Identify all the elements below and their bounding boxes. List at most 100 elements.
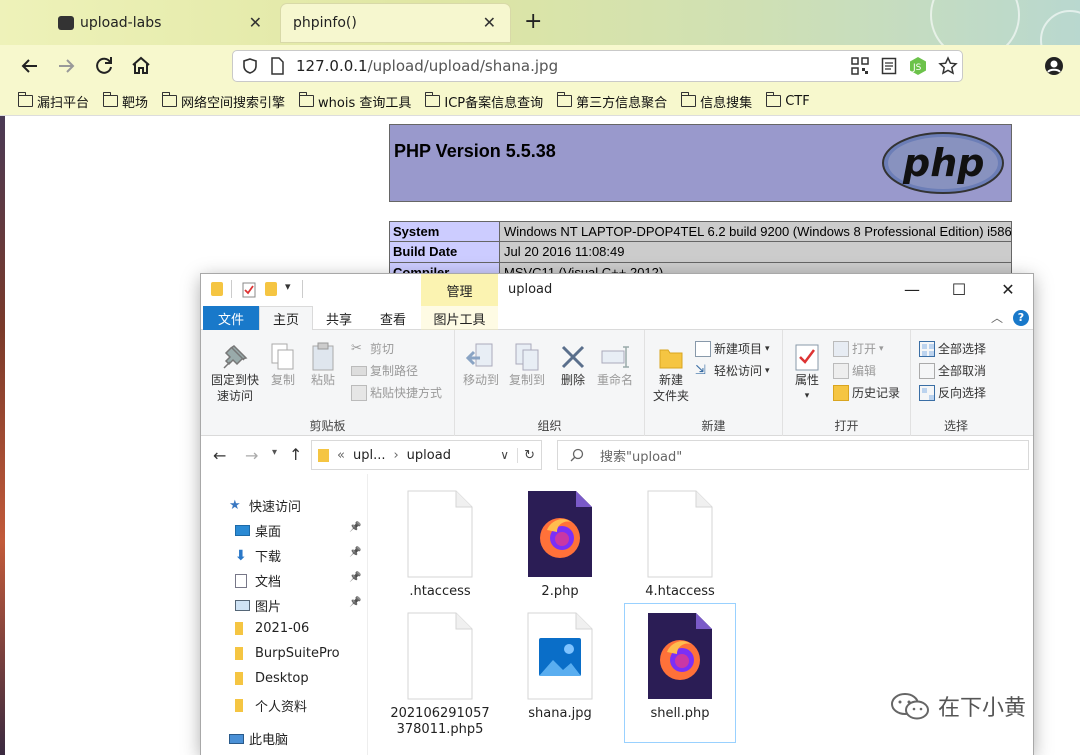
nav-item[interactable]: 文档 — [235, 571, 281, 590]
nav-item[interactable]: ⬇ 下载 — [235, 546, 281, 566]
close-icon[interactable]: ✕ — [249, 13, 262, 32]
minimize-button[interactable]: — — [897, 280, 927, 299]
delete-label: 删除 — [560, 373, 585, 387]
breadcrumb-overflow[interactable]: « — [337, 448, 345, 463]
file-item[interactable]: 4.htaccess — [625, 482, 735, 599]
shield-icon[interactable] — [241, 57, 259, 75]
invert-selection-button[interactable]: 反向选择 — [919, 384, 986, 401]
tab-home[interactable]: 主页 — [259, 306, 313, 330]
forward-icon[interactable] — [54, 54, 78, 78]
new-folder-button[interactable]: 新建 文件夹 — [649, 342, 693, 404]
nav-item-label: 个人资料 — [255, 700, 308, 715]
star-icon[interactable] — [938, 56, 958, 76]
nav-item[interactable]: 个人资料 — [235, 696, 307, 715]
bookmark-item[interactable]: 靶场 — [102, 92, 148, 111]
select-all-button[interactable]: 全部选择 — [919, 340, 986, 357]
copy-path-button[interactable]: 复制路径 — [351, 362, 418, 379]
file-item[interactable]: 202106291057 378011.php5 — [385, 604, 495, 742]
properties-quick-icon[interactable] — [242, 282, 256, 298]
folder-icon — [298, 92, 315, 107]
forward-icon[interactable]: → — [245, 446, 258, 465]
paste-button[interactable]: 粘贴 — [305, 342, 341, 388]
tab-label: upload-labs — [80, 15, 162, 31]
qr-icon[interactable] — [851, 57, 869, 75]
pin-quick-access-button[interactable]: 固定到快 速访问 — [207, 342, 263, 404]
easy-access-button[interactable]: ⇲ 轻松访问 ▾ — [695, 362, 770, 379]
history-button[interactable]: 历史记录 — [833, 384, 900, 401]
url-path: /upload/upload/shana.jpg — [367, 57, 559, 75]
tab-file[interactable]: 文件 — [203, 306, 259, 330]
tab-view[interactable]: 查看 — [369, 306, 417, 330]
paste-shortcut-button[interactable]: 粘贴快捷方式 — [351, 384, 442, 401]
reader-icon[interactable] — [881, 57, 897, 75]
nav-item[interactable]: 图片 — [235, 596, 281, 615]
collapse-ribbon-icon[interactable]: ︿ — [991, 309, 1003, 326]
breadcrumb-parent[interactable]: upl... — [353, 448, 386, 463]
copy-button[interactable]: 复制 — [265, 342, 301, 388]
bookmark-item[interactable]: 信息搜集 — [680, 92, 752, 111]
account-icon[interactable] — [1042, 54, 1066, 78]
bookmark-item[interactable]: CTF — [765, 92, 810, 109]
new-folder-quick-icon[interactable] — [265, 282, 277, 296]
new-item-button[interactable]: 新建项目 ▾ — [695, 340, 770, 357]
bookmark-item[interactable]: ICP备案信息查询 — [424, 92, 543, 111]
home-icon[interactable] — [129, 54, 153, 78]
url-bar[interactable]: 127.0.0.1/upload/upload/shana.jpg JS — [232, 50, 963, 82]
tab-share[interactable]: 共享 — [315, 306, 363, 330]
node-icon[interactable]: JS — [908, 56, 928, 76]
nav-item[interactable]: BurpSuitePro — [235, 646, 340, 661]
help-icon[interactable]: ? — [1013, 310, 1029, 326]
new-tab-button[interactable]: + — [524, 9, 542, 34]
cut-button[interactable]: ✂ 剪切 — [351, 340, 394, 357]
maximize-button[interactable]: ☐ — [944, 280, 974, 299]
file-item[interactable]: 2.php — [505, 482, 615, 599]
properties-button[interactable]: 属性 ▾ — [789, 342, 825, 404]
table-row: System Windows NT LAPTOP-DPOP4TEL 6.2 bui… — [389, 221, 1012, 242]
move-to-button[interactable]: 移动到 — [459, 342, 503, 388]
breadcrumb-current[interactable]: upload — [407, 448, 451, 463]
back-icon[interactable]: ← — [213, 446, 226, 465]
bookmark-item[interactable]: whois 查询工具 — [298, 92, 411, 111]
reload-icon[interactable] — [92, 54, 116, 78]
select-none-icon — [919, 362, 935, 379]
select-none-button[interactable]: 全部取消 — [919, 362, 986, 379]
back-icon[interactable] — [18, 54, 42, 78]
bookmark-item[interactable]: 第三方信息聚合 — [556, 92, 667, 111]
file-item[interactable]: shana.jpg — [505, 604, 615, 742]
nav-item[interactable]: ★ 快速访问 — [229, 496, 301, 515]
nav-item[interactable]: 2021-06 — [235, 621, 309, 636]
edit-button[interactable]: 编辑 — [833, 362, 876, 379]
blank-file-icon — [385, 482, 495, 578]
pin-icon[interactable]: 📌 — [349, 522, 361, 533]
file-item[interactable]: .htaccess — [385, 482, 495, 599]
bookmark-item[interactable]: 网络空间搜索引擎 — [161, 92, 285, 111]
tab-upload-labs[interactable]: upload-labs ✕ — [46, 4, 276, 42]
search-box[interactable]: 搜索"upload" — [557, 440, 1029, 470]
pin-icon[interactable]: 📌 — [349, 547, 361, 558]
close-icon[interactable]: ✕ — [483, 13, 496, 32]
tab-picture-tools[interactable]: 图片工具 — [421, 306, 498, 330]
nav-item[interactable]: 桌面 — [235, 521, 281, 540]
rename-button[interactable]: 重命名 — [593, 342, 637, 388]
file-item[interactable]: shell.php — [625, 604, 735, 742]
pin-icon[interactable]: 📌 — [349, 597, 361, 608]
watermark: 在下小黄 — [890, 690, 1026, 722]
context-tab-manage[interactable]: 管理 — [421, 274, 498, 306]
nav-item[interactable]: Desktop — [235, 671, 309, 686]
address-bar[interactable]: « upl... › upload ∨ ↻ — [311, 440, 542, 470]
tab-phpinfo[interactable]: phpinfo() ✕ — [281, 4, 510, 42]
delete-button[interactable]: 删除 — [555, 342, 591, 388]
chevron-down-icon[interactable]: ∨ — [500, 448, 509, 462]
chevron-down-icon: ▾ — [765, 343, 770, 354]
pin-icon[interactable]: 📌 — [349, 572, 361, 583]
copy-to-button[interactable]: 复制到 — [505, 342, 549, 388]
nav-item[interactable]: 此电脑 — [229, 729, 288, 748]
search-placeholder: 搜索"upload" — [600, 449, 683, 465]
recent-locations-icon[interactable]: ▾ — [272, 447, 277, 458]
close-button[interactable]: ✕ — [993, 280, 1023, 299]
bookmark-item[interactable]: 漏扫平台 — [17, 92, 89, 111]
up-icon[interactable]: ↑ — [289, 445, 302, 464]
customize-quick-access-icon[interactable]: ▾ — [285, 280, 291, 293]
open-button[interactable]: 打开 ▾ — [833, 340, 884, 357]
refresh-icon[interactable]: ↻ — [517, 447, 541, 463]
